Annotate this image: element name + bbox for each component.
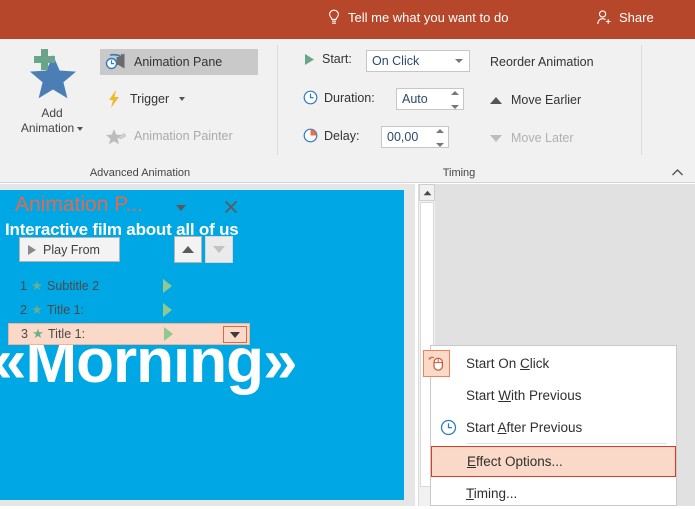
trigger-button[interactable]: Trigger: [100, 86, 193, 112]
item-label: Title 1:: [47, 303, 85, 317]
duration-label: Duration:: [324, 90, 375, 105]
triangle-down-icon: [213, 246, 225, 253]
animation-pane-button[interactable]: Animation Pane: [100, 49, 258, 75]
share-button[interactable]: Share: [596, 9, 654, 26]
clock-icon: [303, 90, 318, 105]
person-add-icon: [596, 9, 613, 26]
start-value: On Click: [372, 54, 420, 68]
menu-separator: [467, 443, 667, 444]
group-separator: [277, 45, 278, 155]
play-from-label: Play From: [43, 242, 100, 257]
triangle-up-icon: [182, 246, 194, 253]
duration-row: Duration:: [303, 90, 375, 105]
animation-painter-label: Animation Painter: [134, 129, 233, 143]
duration-value: Auto: [402, 92, 428, 106]
add-animation-label: Add Animation: [21, 106, 84, 136]
delay-label: Delay:: [324, 128, 360, 143]
animation-painter-button: Animation Painter: [100, 123, 241, 149]
play-icon: [303, 53, 315, 66]
triangle-up-icon: [490, 96, 502, 104]
item-number: 3: [21, 327, 28, 341]
move-earlier-button[interactable]: Move Earlier: [490, 93, 581, 107]
scroll-up-button[interactable]: [419, 184, 435, 201]
chevron-down-icon: [77, 126, 84, 131]
menu-item-start-with-previous[interactable]: Start With Previous: [431, 380, 676, 411]
lightning-bolt-icon: [105, 89, 123, 109]
delay-stepper[interactable]: [435, 129, 444, 147]
play-from-button[interactable]: Play From: [19, 237, 120, 262]
item-label: Subtitle 2: [47, 279, 100, 293]
animation-list-item-1[interactable]: 1 ★ Subtitle 2: [8, 275, 250, 297]
menu-item-label: Start On Click: [466, 356, 550, 371]
start-row: Start:: [303, 52, 352, 66]
pane-menu-chevron-down-icon[interactable]: [176, 205, 186, 211]
trigger-label: Trigger: [130, 92, 170, 106]
menu-item-label: Start After Previous: [466, 420, 583, 435]
tell-me-search[interactable]: Tell me what you want to do: [327, 9, 508, 26]
start-label: Start:: [322, 52, 352, 66]
stepper-up-icon[interactable]: [450, 91, 459, 95]
animation-timeline-bar[interactable]: [163, 303, 172, 317]
pane-move-up-button[interactable]: [174, 236, 202, 263]
animation-pane-label: Animation Pane: [134, 55, 223, 69]
triangle-down-icon: [490, 134, 502, 142]
close-icon[interactable]: [222, 198, 240, 216]
animation-painter-icon: [105, 126, 127, 146]
clock-icon: [431, 419, 466, 436]
menu-item-label: Effect Options...: [467, 454, 563, 469]
delay-input[interactable]: 00,00: [381, 126, 449, 148]
item-number: 2: [20, 303, 27, 317]
chevron-down-icon: [230, 331, 240, 338]
title-bar: Tell me what you want to do Share: [0, 0, 695, 39]
menu-item-start-on-click[interactable]: Start On Click: [423, 348, 676, 379]
delay-value: 00,00: [387, 130, 419, 144]
delay-row: Delay:: [303, 128, 359, 143]
group-label-timing: Timing: [442, 167, 476, 179]
lightbulb-icon: [327, 9, 341, 26]
add-animation-button[interactable]: Add Animation: [6, 45, 98, 161]
group-label-advanced-animation: Advanced Animation: [89, 167, 191, 179]
pane-move-down-button: [205, 236, 233, 263]
animation-timeline-bar[interactable]: [164, 327, 173, 341]
menu-item-timing[interactable]: Timing...: [431, 478, 676, 509]
menu-item-effect-options[interactable]: Effect Options...: [431, 446, 676, 477]
animation-list-item-3[interactable]: 3 ★ Title 1:: [8, 323, 250, 345]
reorder-animation-label: Reorder Animation: [490, 55, 594, 69]
chevron-down-icon: [455, 59, 463, 63]
stepper-down-icon[interactable]: [450, 105, 459, 109]
collapse-ribbon-button[interactable]: [669, 164, 685, 180]
start-select[interactable]: On Click: [366, 50, 470, 72]
move-earlier-label: Move Earlier: [511, 93, 582, 107]
move-later-label: Move Later: [511, 131, 574, 145]
stepper-up-icon[interactable]: [435, 129, 444, 133]
menu-item-start-after-previous[interactable]: Start After Previous: [431, 412, 676, 443]
star-plus-icon: [23, 47, 81, 103]
star-icon: ★: [32, 326, 44, 341]
slide-area: Interactive film about all of us «Mornin…: [0, 184, 415, 506]
star-icon: ★: [31, 278, 43, 293]
delay-clock-icon: [303, 128, 318, 143]
item-dropdown-button[interactable]: [223, 326, 247, 343]
ribbon: Add Animation Animation Pane Trigger Ani…: [0, 39, 695, 183]
menu-item-label: Timing...: [466, 486, 518, 501]
move-later-button: Move Later: [490, 131, 574, 145]
menu-item-label: Start With Previous: [466, 388, 582, 403]
item-number: 1: [20, 279, 27, 293]
animation-pane-icon: [105, 52, 127, 72]
duration-input[interactable]: Auto: [396, 88, 464, 110]
context-menu: Start On Click Start With Previous Start…: [423, 345, 677, 509]
star-icon: ★: [31, 302, 43, 317]
animation-timeline-bar[interactable]: [163, 279, 172, 293]
group-separator: [641, 45, 642, 155]
play-icon: [28, 244, 36, 255]
animation-pane-title: Animation P...: [15, 193, 144, 216]
duration-stepper[interactable]: [450, 91, 459, 109]
share-label: Share: [619, 10, 654, 25]
animation-list-item-2[interactable]: 2 ★ Title 1:: [8, 299, 250, 321]
chevron-down-icon: [179, 97, 186, 101]
item-label: Title 1:: [48, 327, 86, 341]
stepper-down-icon[interactable]: [435, 143, 444, 147]
tell-me-label: Tell me what you want to do: [348, 10, 509, 25]
